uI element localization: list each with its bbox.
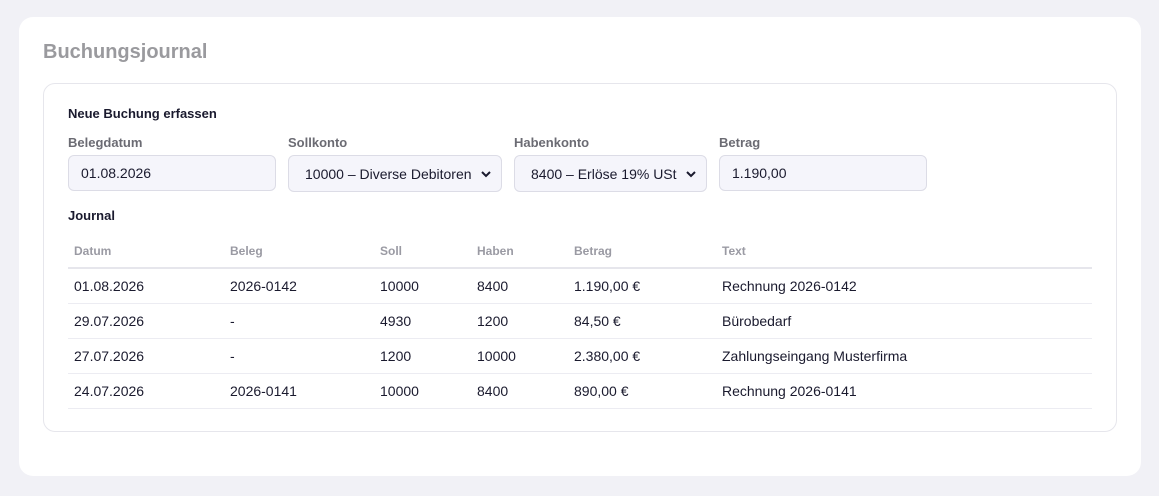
cell-datum: 29.07.2026 [68,303,224,339]
table-row: 24.07.2026 2026-0141 10000 8400 890,00 €… [68,373,1092,409]
booking-panel: Neue Buchung erfassen Belegdatum 01.08.2… [43,83,1117,432]
table-row: 01.08.2026 2026-0142 10000 8400 1.190,00… [68,268,1092,304]
cell-haben: 8400 [471,268,568,304]
sollkonto-label: Sollkonto [288,135,348,150]
cell-soll: 4930 [374,303,471,339]
cell-text: Bürobedarf [716,303,1092,339]
cell-soll: 1200 [374,338,471,374]
habenkonto-value: 8400 – Erlöse 19% USt [531,165,677,182]
col-soll: Soll [374,234,471,269]
table-row: 29.07.2026 - 4930 1200 84,50 € Bürobedar… [68,303,1092,339]
page-title: Buchungsjournal [43,41,208,63]
chevron-down-icon [686,170,696,177]
cell-datum: 01.08.2026 [68,268,224,304]
col-beleg: Beleg [224,234,374,269]
cell-betrag: 84,50 € [568,303,716,339]
sollkonto-select[interactable]: 10000 – Diverse Debitoren [288,155,502,192]
habenkonto-select[interactable]: 8400 – Erlöse 19% USt [514,155,707,192]
habenkonto-field: Habenkonto 8400 – Erlöse 19% USt [514,135,707,192]
belegdatum-field: Belegdatum 01.08.2026 [68,135,276,191]
table-row: 27.07.2026 - 1200 10000 2.380,00 € Zahlu… [68,338,1092,374]
journal-table: Datum Beleg Soll Haben Betrag Text 01.08… [68,234,1092,409]
cell-haben: 1200 [471,303,568,339]
cell-text: Rechnung 2026-0142 [716,268,1092,304]
betrag-label: Betrag [719,135,761,150]
cell-beleg: - [224,338,374,374]
col-datum: Datum [68,234,224,269]
cell-beleg: 2026-0142 [224,268,374,304]
new-booking-heading: Neue Buchung erfassen [68,106,217,121]
cell-datum: 24.07.2026 [68,373,224,409]
betrag-input[interactable]: 1.190,00 [719,155,927,191]
col-betrag: Betrag [568,234,716,269]
cell-betrag: 890,00 € [568,373,716,409]
cell-soll: 10000 [374,373,471,409]
cell-text: Zahlungseingang Musterfirma [716,338,1092,374]
col-haben: Haben [471,234,568,269]
sollkonto-field: Sollkonto 10000 – Diverse Debitoren [288,135,502,192]
cell-text: Rechnung 2026-0141 [716,373,1092,409]
betrag-field: Betrag 1.190,00 [719,135,927,191]
table-header-row: Datum Beleg Soll Haben Betrag Text [68,234,1092,269]
cell-soll: 10000 [374,268,471,304]
journal-heading: Journal [68,208,115,223]
cell-betrag: 1.190,00 € [568,268,716,304]
sollkonto-value: 10000 – Diverse Debitoren [305,165,472,182]
cell-haben: 8400 [471,373,568,409]
habenkonto-label: Habenkonto [514,135,590,150]
belegdatum-label: Belegdatum [68,135,143,150]
cell-betrag: 2.380,00 € [568,338,716,374]
chevron-down-icon [481,170,491,177]
cell-datum: 27.07.2026 [68,338,224,374]
cell-beleg: - [224,303,374,339]
col-text: Text [716,234,1092,269]
main-card: Buchungsjournal Neue Buchung erfassen Be… [19,17,1141,476]
cell-haben: 10000 [471,338,568,374]
cell-beleg: 2026-0141 [224,373,374,409]
belegdatum-input[interactable]: 01.08.2026 [68,155,276,191]
